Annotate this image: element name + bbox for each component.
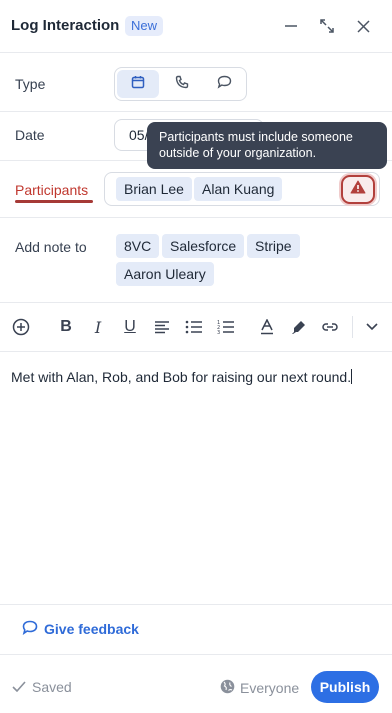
new-badge: New xyxy=(125,16,164,36)
bullet-list-icon[interactable] xyxy=(182,315,206,339)
note-target-chip[interactable]: Salesforce xyxy=(162,234,245,258)
publish-button[interactable]: Publish xyxy=(311,671,379,703)
underline-icon[interactable]: U xyxy=(118,315,142,339)
visibility-selector[interactable]: Everyone xyxy=(220,679,299,697)
participants-input[interactable]: Brian Lee Alan Kuang xyxy=(104,172,380,206)
divider xyxy=(0,351,392,352)
text-color-icon[interactable] xyxy=(255,315,279,339)
type-message-button[interactable] xyxy=(204,68,246,100)
saved-status: Saved xyxy=(12,679,72,695)
date-label: Date xyxy=(15,127,45,143)
type-label: Type xyxy=(15,76,46,92)
chevron-down-icon[interactable] xyxy=(360,315,384,339)
checkmark-icon xyxy=(12,679,26,695)
chat-bubble-icon xyxy=(22,620,38,638)
window-title: Log Interaction xyxy=(11,17,120,34)
participants-warning-button[interactable] xyxy=(341,175,375,204)
participants-error-tooltip: Participants must include someone outsid… xyxy=(147,122,387,169)
toolbar-separator xyxy=(352,316,353,338)
participant-chip[interactable]: Brian Lee xyxy=(116,177,192,201)
note-editor[interactable]: Met with Alan, Rob, and Bob for raising … xyxy=(11,368,381,386)
participants-label: Participants xyxy=(15,182,89,198)
saved-label: Saved xyxy=(32,679,72,695)
participant-chip[interactable]: Alan Kuang xyxy=(194,177,283,201)
interaction-type-selector xyxy=(114,67,247,101)
minimize-icon[interactable] xyxy=(279,14,303,38)
numbered-list-icon[interactable]: 123 xyxy=(214,315,238,339)
visibility-label: Everyone xyxy=(240,680,300,696)
add-circle-icon[interactable] xyxy=(9,315,33,339)
bold-icon[interactable]: B xyxy=(54,315,78,339)
link-icon[interactable] xyxy=(318,315,342,339)
give-feedback-link[interactable]: Give feedback xyxy=(22,620,139,638)
close-icon[interactable] xyxy=(351,14,375,38)
divider xyxy=(0,111,392,112)
window-header: Log Interaction New xyxy=(0,0,392,52)
type-call-button[interactable] xyxy=(161,68,203,100)
divider xyxy=(0,217,392,218)
highlight-icon[interactable] xyxy=(287,315,311,339)
globe-icon xyxy=(220,679,235,697)
tooltip-line: Participants must include someone xyxy=(159,130,353,144)
add-note-to-label: Add note to xyxy=(15,239,87,255)
formatting-toolbar: B I U 123 xyxy=(0,303,392,351)
note-target-chip[interactable]: Stripe xyxy=(247,234,300,258)
chat-bubble-icon xyxy=(217,75,232,94)
note-target-chip[interactable]: Aaron Uleary xyxy=(116,262,214,286)
italic-icon[interactable]: I xyxy=(86,315,110,339)
participants-error-underline xyxy=(15,200,93,203)
give-feedback-label: Give feedback xyxy=(44,621,139,637)
text-caret xyxy=(351,369,353,384)
phone-icon xyxy=(175,75,189,94)
note-target-chip[interactable]: 8VC xyxy=(116,234,160,258)
footer-bar: Saved Everyone Publish xyxy=(0,655,392,713)
note-text: Met with Alan, Rob, and Bob for raising … xyxy=(11,369,352,385)
divider xyxy=(0,52,392,53)
svg-text:3: 3 xyxy=(217,330,220,334)
warning-triangle-icon xyxy=(350,180,366,199)
divider xyxy=(0,604,392,605)
align-left-icon[interactable] xyxy=(150,315,174,339)
calendar-icon xyxy=(131,75,145,94)
expand-icon[interactable] xyxy=(315,14,339,38)
type-meeting-button[interactable] xyxy=(117,70,160,98)
tooltip-line: outside of your organization. xyxy=(159,146,317,160)
